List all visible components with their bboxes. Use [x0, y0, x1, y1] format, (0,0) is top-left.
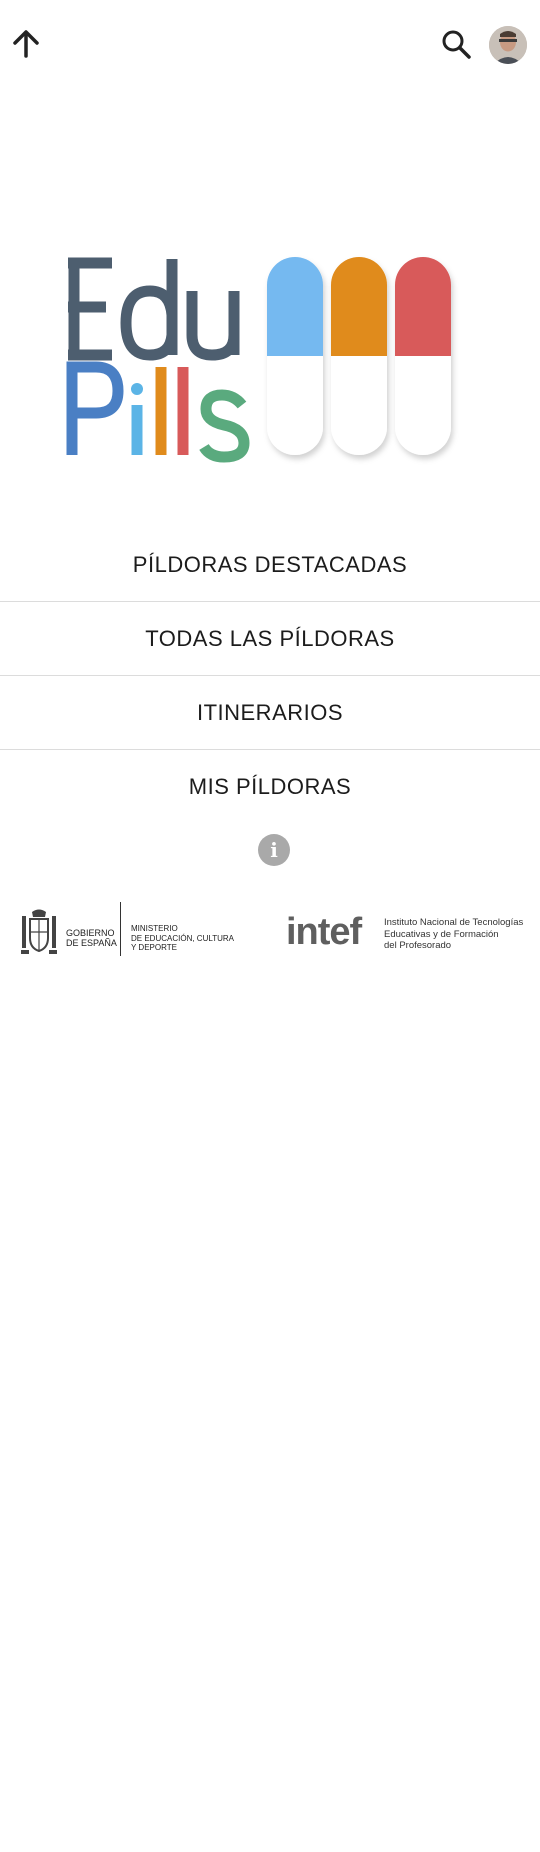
menu-item-label: MIS PÍLDORAS	[188, 773, 352, 799]
avatar-image	[489, 26, 527, 64]
menu-item-label: TODAS LAS PÍLDORAS	[145, 625, 395, 651]
user-avatar[interactable]	[489, 26, 527, 64]
ministerio-text: MINISTERIO DE EDUCACIÓN, CULTURA Y DEPOR…	[131, 924, 234, 952]
footer-separator	[120, 902, 121, 956]
coat-of-arms-logo	[21, 909, 57, 954]
menu-item-label: ITINERARIOS	[196, 699, 344, 725]
top-bar	[0, 0, 540, 90]
menu-item-all-pills[interactable]: TODAS LAS PÍLDORAS	[0, 602, 540, 675]
intef-logo: intef	[286, 911, 362, 953]
pill-blue	[267, 257, 323, 455]
pill-orange	[331, 257, 387, 455]
coat-of-arms-logo	[18, 1806, 60, 1852]
info-button[interactable]: i	[258, 834, 290, 866]
logo-pills-text	[66, 361, 250, 463]
menu-item-featured-pills[interactable]: PÍLDORAS DESTACADAS	[0, 528, 540, 601]
main-menu: PÍLDORAS DESTACADAS TODAS LAS PÍLDORAS I…	[0, 528, 540, 823]
search-button[interactable]	[438, 26, 474, 62]
menu-item-my-pills[interactable]: MIS PÍLDORAS	[0, 750, 540, 823]
intef-description: Instituto Nacional de Tecnologías Educat…	[384, 917, 524, 951]
edupills-logo	[66, 257, 451, 463]
arrow-up-icon	[13, 30, 39, 58]
search-icon	[442, 30, 471, 59]
menu-item-itineraries[interactable]: ITINERARIOS	[0, 676, 540, 749]
gobierno-text: GOBIERNO DE ESPAÑA	[66, 928, 117, 948]
info-icon: i	[270, 838, 278, 862]
pill-red	[395, 257, 451, 455]
back-button[interactable]	[8, 26, 44, 62]
logo-edu-text	[68, 257, 240, 361]
menu-item-label: PÍLDORAS DESTACADAS	[132, 551, 408, 577]
